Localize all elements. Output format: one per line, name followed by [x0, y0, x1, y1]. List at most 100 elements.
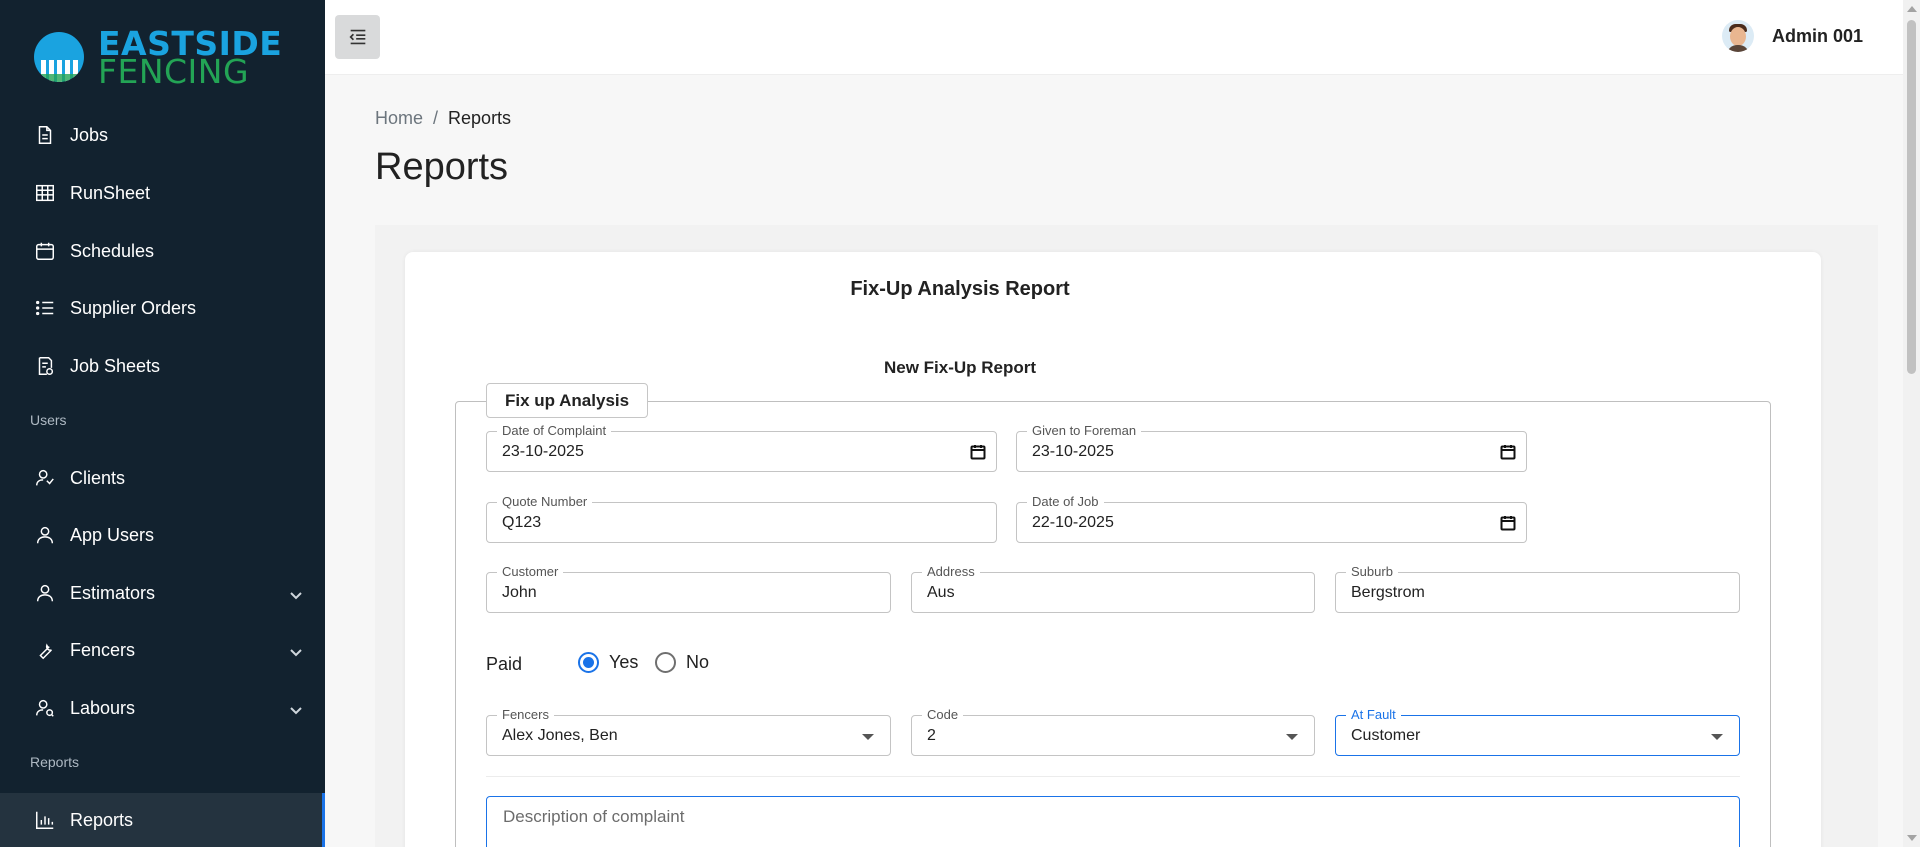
address-field[interactable]: Address Aus — [911, 564, 1315, 613]
brand-name-line2: FENCING — [98, 52, 250, 91]
field-label: Quote Number — [497, 494, 593, 510]
field-value: Customer — [1351, 727, 1421, 744]
description-textarea[interactable]: Description of complaint — [486, 796, 1740, 847]
report-subtitle: New Fix-Up Report — [883, 358, 1037, 377]
calendar-icon[interactable] — [970, 444, 986, 460]
suburb-field[interactable]: Suburb Bergstrom — [1335, 564, 1740, 613]
paid-label: Paid — [486, 654, 523, 674]
field-value: Bergstrom — [1351, 584, 1425, 601]
sidebar-item-label: Estimators — [70, 582, 156, 603]
user-menu[interactable]: Admin 001 — [1721, 20, 1863, 52]
radio-unchecked-icon — [655, 652, 676, 673]
fieldset-legend: Fix up Analysis — [486, 383, 649, 418]
field-value: 22-10-2025 — [1032, 514, 1114, 531]
field-value: Alex Jones, Ben — [502, 727, 618, 744]
wrench-icon — [34, 639, 56, 661]
field-label: Fencers — [497, 707, 554, 723]
textarea-placeholder: Description of complaint — [503, 807, 685, 826]
calendar-icon[interactable] — [1500, 444, 1516, 460]
field-value: Aus — [927, 584, 955, 601]
sidebar-item-label: Clients — [70, 467, 126, 488]
sidebar-item-schedules[interactable]: Schedules — [0, 224, 325, 278]
sidebar-item-jobs[interactable]: Jobs — [0, 108, 325, 162]
menu-collapse-icon — [348, 29, 365, 45]
field-label: Address — [922, 564, 980, 580]
given-to-foreman-field[interactable]: Given to Foreman 23-10-2025 — [1016, 423, 1527, 472]
breadcrumb-current: Reports — [448, 108, 512, 128]
avatar — [1721, 20, 1754, 52]
field-value: 23-10-2025 — [1032, 443, 1114, 460]
sidebar-item-app-users[interactable]: App Users — [0, 508, 325, 562]
field-label: Suburb — [1346, 564, 1398, 580]
sidebar-item-label: App Users — [70, 524, 155, 545]
labour-icon — [34, 697, 56, 719]
field-label: Customer — [497, 564, 564, 580]
sidebar: EASTSIDE FENCING Jobs RunSheet Schedules… — [0, 0, 325, 847]
breadcrumb-separator: / — [433, 108, 439, 128]
field-label: Code — [922, 707, 964, 723]
sidebar-item-label: Jobs — [70, 124, 109, 145]
field-value: Q123 — [502, 514, 542, 531]
chevron-down-icon — [289, 586, 303, 600]
user-icon — [34, 582, 56, 604]
sidebar-item-label: RunSheet — [70, 182, 151, 203]
sidebar-item-label: Labours — [70, 697, 136, 718]
top-bar: Admin 001 — [325, 0, 1903, 75]
bar-chart-icon — [34, 809, 56, 831]
sidebar-item-reports[interactable]: Reports — [0, 793, 325, 847]
divider — [486, 776, 1740, 777]
breadcrumb-home[interactable]: Home — [375, 108, 423, 129]
customer-field[interactable]: Customer John — [486, 564, 891, 613]
table-icon — [34, 182, 56, 204]
fence-logo-icon — [34, 32, 84, 82]
field-value: 23-10-2025 — [502, 443, 584, 460]
vertical-scrollbar[interactable] — [1903, 0, 1920, 847]
field-label: Date of Complaint — [497, 423, 612, 439]
quote-number-field[interactable]: Quote Number Q123 — [486, 494, 997, 543]
field-label: Date of Job — [1027, 494, 1104, 510]
paid-no-radio[interactable]: No — [655, 652, 709, 673]
chevron-down-icon — [289, 643, 303, 657]
calendar-icon — [34, 240, 56, 262]
field-value: John — [502, 584, 537, 601]
scrollbar-thumb[interactable] — [1907, 20, 1916, 374]
code-select[interactable]: Code 2 — [911, 707, 1315, 756]
nav-section-reports: Reports — [30, 754, 80, 770]
paid-yes-radio[interactable]: Yes — [578, 652, 638, 673]
field-value: 2 — [927, 727, 936, 744]
brand-logo[interactable]: EASTSIDE FENCING — [34, 27, 282, 91]
dropdown-arrow-icon — [862, 734, 874, 740]
dropdown-arrow-icon — [1711, 734, 1723, 740]
sidebar-item-labours[interactable]: Labours — [0, 681, 325, 735]
sidebar-item-label: Fencers — [70, 639, 136, 660]
radio-label: No — [686, 652, 710, 672]
radio-label: Yes — [609, 652, 639, 672]
sidebar-item-clients[interactable]: Clients — [0, 451, 325, 505]
field-label: Given to Foreman — [1027, 423, 1142, 439]
date-of-job-field[interactable]: Date of Job 22-10-2025 — [1016, 494, 1527, 543]
calendar-icon[interactable] — [1500, 515, 1516, 531]
sidebar-item-runsheet[interactable]: RunSheet — [0, 166, 325, 220]
at-fault-select[interactable]: At Fault Customer — [1335, 707, 1740, 756]
date-of-complaint-field[interactable]: Date of Complaint 23-10-2025 — [486, 423, 997, 472]
sidebar-item-fencers[interactable]: Fencers — [0, 623, 325, 677]
user-icon — [34, 524, 56, 546]
sidebar-item-estimators[interactable]: Estimators — [0, 566, 325, 620]
chevron-down-icon — [289, 701, 303, 715]
document-icon — [34, 124, 56, 146]
fencers-select[interactable]: Fencers Alex Jones, Ben — [486, 707, 891, 756]
radio-checked-icon — [578, 652, 599, 673]
scroll-down-icon[interactable] — [1907, 835, 1917, 841]
sidebar-toggle-button[interactable] — [335, 15, 380, 59]
field-label: At Fault — [1346, 707, 1401, 723]
sidebar-item-label: Schedules — [70, 240, 155, 261]
nav-section-users: Users — [30, 412, 67, 428]
dropdown-arrow-icon — [1286, 734, 1298, 740]
report-title: Fix-Up Analysis Report — [850, 278, 1070, 300]
scroll-up-icon[interactable] — [1907, 6, 1917, 12]
page-title: Reports — [375, 146, 509, 188]
user-name: Admin 001 — [1771, 25, 1863, 46]
clients-icon — [34, 467, 56, 489]
breadcrumb: Home / Reports — [375, 108, 511, 129]
sidebar-item-label: Reports — [70, 809, 134, 830]
